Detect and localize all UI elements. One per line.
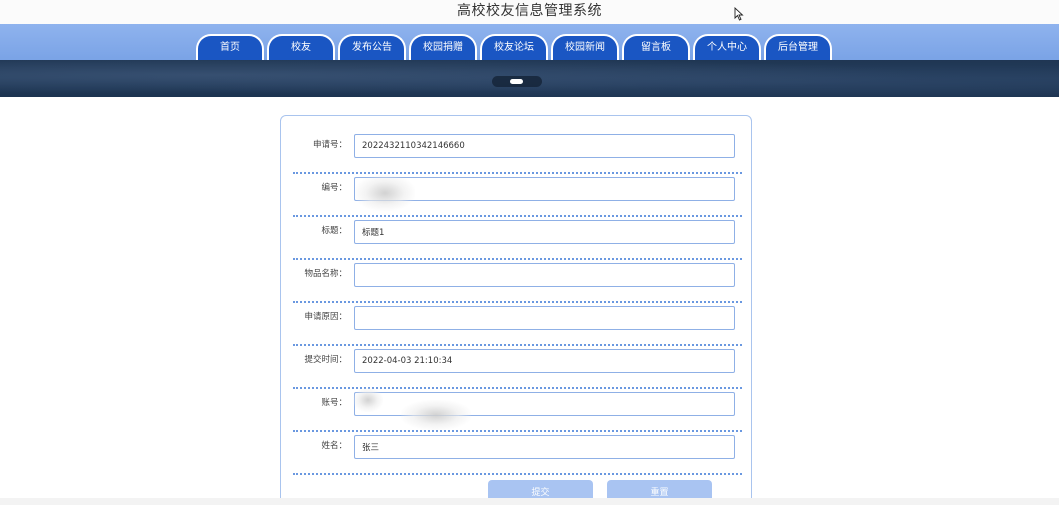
form-row-application-no: 申请号： bbox=[281, 124, 753, 174]
carousel-indicator bbox=[492, 76, 542, 87]
carousel-dot-active[interactable] bbox=[510, 79, 523, 84]
submit-time-input[interactable] bbox=[354, 349, 735, 373]
window-bottom-edge bbox=[0, 498, 1059, 505]
nav-tab-home[interactable]: 首页 bbox=[196, 34, 264, 61]
nav-tab-donations[interactable]: 校园捐赠 bbox=[409, 34, 477, 61]
mouse-cursor-icon bbox=[734, 7, 744, 21]
form-row-name: 姓名： bbox=[281, 425, 753, 475]
name-label: 姓名： bbox=[321, 441, 347, 451]
nav-tab-news[interactable]: 校园新闻 bbox=[551, 34, 619, 61]
number-label: 编号： bbox=[321, 183, 347, 193]
nav-tab-message-board[interactable]: 留言板 bbox=[622, 34, 690, 61]
reason-input[interactable] bbox=[354, 306, 735, 330]
title-label: 标题： bbox=[321, 226, 347, 236]
form-divider bbox=[293, 473, 742, 475]
application-no-label: 申请号： bbox=[312, 140, 347, 150]
banner-carousel bbox=[0, 60, 1059, 97]
nav-tab-admin[interactable]: 后台管理 bbox=[764, 34, 832, 61]
form-row-reason: 申请原因： bbox=[281, 296, 753, 346]
nav-tab-announcements[interactable]: 发布公告 bbox=[338, 34, 406, 61]
site-title: 高校校友信息管理系统 bbox=[457, 3, 602, 19]
redaction-blur bbox=[353, 388, 383, 412]
name-input[interactable] bbox=[354, 435, 735, 459]
form-row-account: 账号： bbox=[281, 382, 753, 432]
nav-tab-forum[interactable]: 校友论坛 bbox=[480, 34, 548, 61]
form-row-item-name: 物品名称： bbox=[281, 253, 753, 303]
reason-label: 申请原因： bbox=[304, 312, 347, 322]
form-row-submit-time: 提交时间： bbox=[281, 339, 753, 389]
form-row-title: 标题： bbox=[281, 210, 753, 260]
main-nav: 首页 校友 发布公告 校园捐赠 校友论坛 校园新闻 留言板 个人中心 后台管理 bbox=[196, 34, 832, 61]
redaction-blur bbox=[355, 175, 415, 211]
submit-time-label: 提交时间： bbox=[304, 355, 347, 365]
nav-tab-profile[interactable]: 个人中心 bbox=[693, 34, 761, 61]
application-form: 申请号： 编号： 标题： 物品名称： 申请原因： 提交时间： bbox=[280, 115, 752, 505]
account-label: 账号： bbox=[321, 398, 347, 408]
title-bar: 高校校友信息管理系统 bbox=[0, 0, 1059, 24]
nav-tab-alumni[interactable]: 校友 bbox=[267, 34, 335, 61]
title-input[interactable] bbox=[354, 220, 735, 244]
form-row-number: 编号： bbox=[281, 167, 753, 217]
item-name-input[interactable] bbox=[354, 263, 735, 287]
item-name-label: 物品名称： bbox=[304, 269, 347, 279]
page: 高校校友信息管理系统 首页 校友 发布公告 校园捐赠 校友论坛 校园新闻 留言板… bbox=[0, 0, 1059, 505]
application-no-input[interactable] bbox=[354, 134, 735, 158]
